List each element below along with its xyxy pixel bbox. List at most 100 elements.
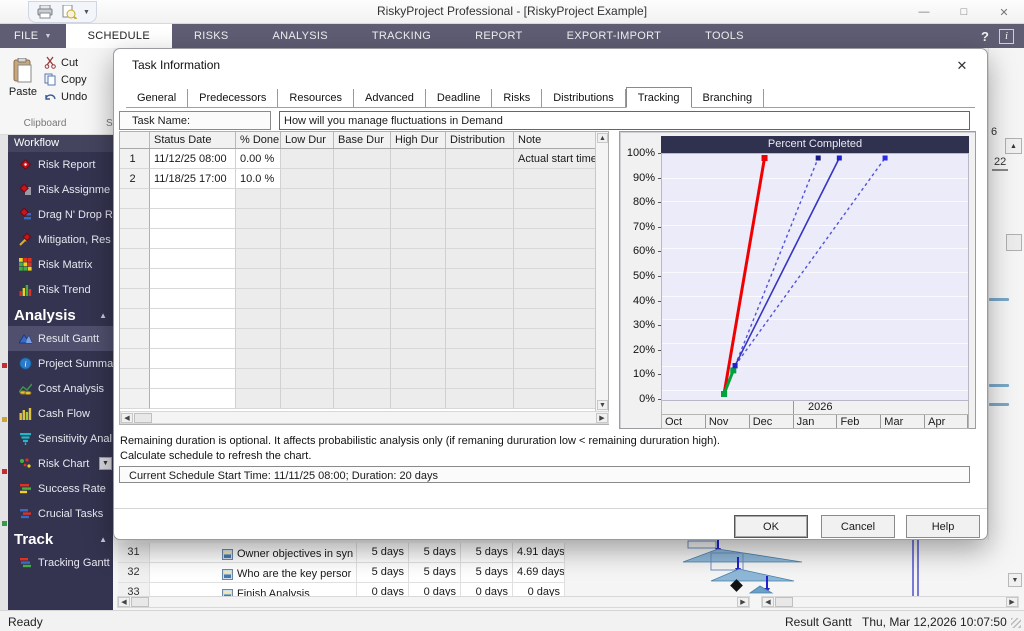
table-cell[interactable] (334, 149, 391, 169)
table-cell[interactable] (150, 289, 236, 309)
ok-button[interactable]: OK (734, 515, 808, 538)
background-scroll-up-icon[interactable]: ▲ (1005, 138, 1022, 154)
table-cell[interactable] (150, 349, 236, 369)
table-cell[interactable] (514, 209, 596, 229)
collapse-icon[interactable]: ▲ (99, 311, 107, 320)
table-cell[interactable] (120, 249, 150, 269)
table-row[interactable] (120, 309, 608, 329)
scroll-thumb[interactable] (131, 597, 149, 607)
tab-predecessors[interactable]: Predecessors (188, 89, 278, 107)
table-cell[interactable] (281, 269, 334, 289)
table-cell[interactable] (120, 349, 150, 369)
menu-item-tools[interactable]: TOOLS (683, 24, 766, 48)
table-cell[interactable] (236, 269, 281, 289)
scroll-left-icon[interactable]: ◀ (121, 413, 133, 423)
table-cell[interactable] (446, 289, 514, 309)
table-cell[interactable] (334, 229, 391, 249)
table-cell[interactable] (236, 369, 281, 389)
table-row[interactable] (120, 229, 608, 249)
tab-distributions[interactable]: Distributions (542, 89, 626, 107)
table-cell[interactable] (391, 189, 446, 209)
table-cell[interactable] (514, 189, 596, 209)
table-row[interactable] (120, 269, 608, 289)
table-cell[interactable] (281, 329, 334, 349)
table-cell[interactable] (150, 329, 236, 349)
paste-button[interactable]: Paste (6, 54, 40, 116)
tab-branching[interactable]: Branching (692, 89, 765, 107)
scroll-left-icon[interactable]: ◀ (762, 597, 774, 607)
table-cell[interactable] (236, 309, 281, 329)
table-cell[interactable]: Actual start time (514, 149, 596, 169)
menu-item-tracking[interactable]: TRACKING (350, 24, 453, 48)
dialog-close-icon[interactable]: ✕ (953, 57, 971, 75)
menu-item-risks[interactable]: RISKS (172, 24, 251, 48)
table-cell[interactable] (150, 309, 236, 329)
column-header-% Done[interactable]: % Done (236, 132, 281, 148)
table-cell[interactable] (236, 189, 281, 209)
background-gantt-hscrollbar[interactable]: ◀ ▶ (761, 596, 1019, 608)
table-cell[interactable]: 1 (120, 149, 150, 169)
table-cell[interactable] (446, 249, 514, 269)
table-cell[interactable] (120, 369, 150, 389)
background-task-row[interactable]: 32Who are the key persor5 days5 days5 da… (118, 563, 565, 583)
table-cell[interactable] (446, 229, 514, 249)
undo-button[interactable]: Undo (44, 88, 87, 105)
table-cell[interactable] (446, 189, 514, 209)
table-cell[interactable] (391, 349, 446, 369)
task-name-input[interactable]: How will you manage fluctuations in Dema… (279, 111, 970, 130)
table-cell[interactable] (514, 169, 596, 189)
table-cell[interactable] (514, 289, 596, 309)
table-cell[interactable] (446, 149, 514, 169)
table-cell[interactable] (281, 209, 334, 229)
table-cell[interactable] (236, 229, 281, 249)
scroll-right-icon[interactable]: ▶ (737, 597, 749, 607)
sidebar-item-sensitivity-anal[interactable]: Sensitivity Anal (8, 426, 113, 451)
table-cell[interactable] (334, 369, 391, 389)
table-cell[interactable] (150, 269, 236, 289)
table-row[interactable] (120, 329, 608, 349)
table-cell[interactable] (150, 389, 236, 409)
info-icon[interactable]: i (999, 29, 1014, 44)
table-cell[interactable] (236, 389, 281, 409)
table-cell[interactable] (391, 249, 446, 269)
table-cell[interactable] (120, 229, 150, 249)
table-cell[interactable] (281, 189, 334, 209)
table-cell[interactable] (334, 189, 391, 209)
table-cell[interactable] (446, 209, 514, 229)
sidebar-item-risk-trend[interactable]: Risk Trend (8, 277, 113, 302)
column-header-High Dur[interactable]: High Dur (391, 132, 446, 148)
table-row[interactable] (120, 389, 608, 409)
table-cell[interactable] (334, 329, 391, 349)
table-cell[interactable] (391, 289, 446, 309)
table-cell[interactable] (391, 369, 446, 389)
table-cell[interactable] (150, 209, 236, 229)
background-scroll-down-icon[interactable]: ▼ (1008, 573, 1022, 587)
sidebar-item-result-gantt[interactable]: Result Gantt (8, 326, 113, 351)
table-cell[interactable]: 0.00 % (236, 149, 281, 169)
table-cell[interactable] (514, 229, 596, 249)
table-cell[interactable] (514, 369, 596, 389)
cut-button[interactable]: Cut (44, 54, 87, 71)
table-cell[interactable] (514, 249, 596, 269)
table-cell[interactable] (120, 269, 150, 289)
table-cell[interactable] (334, 269, 391, 289)
sidebar-item-mitigation-res[interactable]: Mitigation, Res (8, 227, 113, 252)
minimize-icon[interactable]: — (904, 0, 944, 24)
sidebar-item-drag-n-drop-r[interactable]: Drag N' Drop R (8, 202, 113, 227)
table-cell[interactable] (334, 209, 391, 229)
maximize-icon[interactable]: □ (944, 0, 984, 24)
table-cell[interactable] (446, 389, 514, 409)
column-header-Note[interactable]: Note (514, 132, 596, 148)
column-header-Status Date[interactable]: Status Date (150, 132, 236, 148)
table-cell[interactable] (334, 169, 391, 189)
table-cell[interactable] (236, 249, 281, 269)
tab-deadline[interactable]: Deadline (426, 89, 492, 107)
sidebar-section-analysis[interactable]: Analysis▲ (8, 302, 113, 326)
tab-advanced[interactable]: Advanced (354, 89, 426, 107)
help-button[interactable]: Help (906, 515, 980, 538)
table-cell[interactable] (120, 209, 150, 229)
table-cell[interactable]: 11/18/25 17:00 (150, 169, 236, 189)
scroll-up-icon[interactable]: ▲ (597, 133, 608, 143)
table-cell[interactable]: 2 (120, 169, 150, 189)
tab-tracking[interactable]: Tracking (626, 87, 692, 108)
